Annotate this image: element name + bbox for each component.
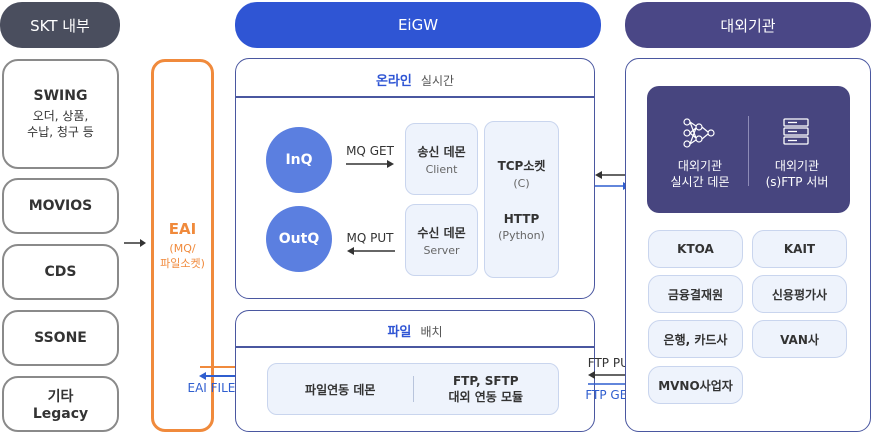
external-realtime-line1: 대외기관 xyxy=(677,159,723,173)
mq-get-label: MQ GET xyxy=(346,144,394,158)
mq-put-arrow xyxy=(347,247,395,255)
system-title: SWING xyxy=(33,88,88,104)
external-ftp-line2: (s)FTP 서버 xyxy=(765,175,829,189)
ftp-module-line2: 대외 연동 모듈 xyxy=(448,389,524,404)
http-group: HTTP (Python) xyxy=(498,212,545,242)
org-ktoa: KTOA xyxy=(648,230,743,268)
batch-title: 파일 배치 xyxy=(235,321,595,340)
ftp-module: FTP, SFTP 대외 연동 모듈 xyxy=(414,374,559,405)
system-title: SSONE xyxy=(34,330,87,346)
system-subtitle: 수납, 청구 등 xyxy=(27,125,94,139)
org-kftc: 금융결재원 xyxy=(648,275,743,313)
external-realtime-line2: 실시간 데몬 xyxy=(670,175,730,189)
online-title: 온라인 실시간 xyxy=(235,70,595,89)
system-swing: SWING 오더, 상품, 수납, 청구 등 xyxy=(2,59,119,169)
protocol-card: TCP소켓 (C) HTTP (Python) xyxy=(484,121,559,278)
online-title-main: 온라인 xyxy=(375,74,412,89)
file-integration-card: 파일연동 데몬 FTP, SFTP 대외 연동 모듈 xyxy=(267,363,559,415)
external-realtime-daemon: 대외기관 실시간 데몬 xyxy=(652,158,748,190)
divider xyxy=(235,346,595,348)
system-cds: CDS xyxy=(2,244,119,300)
batch-title-main: 파일 xyxy=(387,325,412,340)
recv-daemon-sub: Server xyxy=(423,243,460,257)
org-bank-card: 은행, 카드사 xyxy=(648,320,743,358)
recv-daemon-title: 수신 데몬 xyxy=(417,225,466,240)
external-ftp-server: 대외기관 (s)FTP 서버 xyxy=(749,158,845,190)
send-daemon-title: 송신 데몬 xyxy=(417,144,466,159)
system-subtitle: 오더, 상품, xyxy=(32,109,89,123)
eai-subtitle: (MQ/ xyxy=(169,242,196,255)
mq-put-label: MQ PUT xyxy=(346,231,394,245)
org-kait: KAIT xyxy=(752,230,847,268)
eai-subtitle: 파일소켓) xyxy=(160,257,205,270)
system-legacy: 기타 Legacy xyxy=(2,376,119,432)
mq-get-arrow xyxy=(346,160,394,168)
system-ssone: SSONE xyxy=(2,310,119,366)
server-icon xyxy=(783,118,809,145)
header-eigw: EiGW xyxy=(235,2,601,48)
eai-title: EAI xyxy=(168,220,197,238)
header-external-orgs: 대외기관 xyxy=(625,2,871,48)
header-skt-internal: SKT 내부 xyxy=(0,2,120,48)
file-daemon-label: 파일연동 데몬 xyxy=(305,382,376,397)
inq-circle: InQ xyxy=(266,127,332,193)
tcp-group: TCP소켓 (C) xyxy=(498,157,546,190)
arrow-to-eai xyxy=(124,239,146,247)
org-van: VAN사 xyxy=(752,320,847,358)
divider xyxy=(235,96,595,98)
http-sub: (Python) xyxy=(498,229,545,242)
tcp-title: TCP소켓 xyxy=(497,159,546,173)
org-credit-rating: 신용평가사 xyxy=(752,275,847,313)
ftp-module-line1: FTP, SFTP xyxy=(452,373,519,388)
system-title-2: Legacy xyxy=(32,406,89,422)
system-title: 기타 xyxy=(47,389,74,405)
system-movios: MOVIOS xyxy=(2,178,119,234)
outq-circle: OutQ xyxy=(266,206,332,272)
network-icon xyxy=(683,118,715,148)
external-ftp-line1: 대외기관 xyxy=(774,159,820,173)
send-daemon-sub: Client xyxy=(425,162,458,176)
system-title: CDS xyxy=(44,264,77,280)
batch-title-sub: 배치 xyxy=(420,325,443,339)
http-title: HTTP xyxy=(503,212,540,226)
tcp-sub: (C) xyxy=(513,177,530,190)
online-title-sub: 실시간 xyxy=(420,74,455,88)
org-mvno: MVNO사업자 xyxy=(648,366,743,404)
recv-daemon-card: 수신 데몬 Server xyxy=(405,204,478,276)
send-daemon-card: 송신 데몬 Client xyxy=(405,123,478,195)
system-title: MOVIOS xyxy=(28,198,93,214)
